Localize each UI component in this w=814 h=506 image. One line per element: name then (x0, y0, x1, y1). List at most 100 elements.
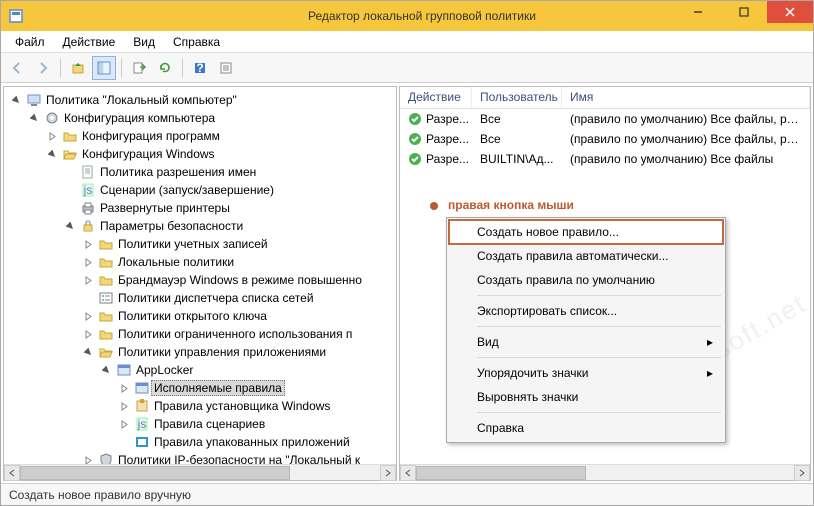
list-body[interactable]: Разре...Все(правило по умолчанию) Все фа… (400, 109, 810, 464)
ctx-export[interactable]: Экспортировать список... (449, 299, 723, 323)
refresh-button[interactable] (153, 56, 177, 80)
tree-pubkey[interactable]: Политики открытого ключа (8, 307, 396, 325)
tree-prog-conf[interactable]: Конфигурация программ (8, 127, 396, 145)
help-button[interactable]: ? (188, 56, 212, 80)
status-bar: Создать новое правило вручную (1, 483, 813, 505)
expand-icon[interactable] (82, 456, 94, 465)
properties-button[interactable] (214, 56, 238, 80)
ctx-default-rules[interactable]: Создать правила по умолчанию (449, 268, 723, 292)
col-action[interactable]: Действие (400, 87, 472, 108)
scroll-left-button[interactable] (4, 465, 20, 481)
menu-view[interactable]: Вид (125, 33, 163, 51)
ctx-auto-rules[interactable]: Создать правила автоматически... (449, 244, 723, 268)
collapse-icon[interactable] (46, 150, 58, 159)
export-button[interactable] (127, 56, 151, 80)
back-button[interactable] (5, 56, 29, 80)
tree-label: Брандмауэр Windows в режиме повышенно (118, 273, 362, 287)
tree-view[interactable]: Политика "Локальный компьютер" Конфигурац… (4, 87, 396, 464)
tree-scripts[interactable]: jsСценарии (запуск/завершение) (8, 181, 396, 199)
ctx-arrange[interactable]: Упорядочить значки▸ (449, 361, 723, 385)
list-row[interactable]: Разре...BUILTIN\Ад...(правило по умолчан… (400, 149, 810, 169)
expand-icon[interactable] (118, 402, 130, 411)
collapse-icon[interactable] (100, 366, 112, 375)
ctx-align[interactable]: Выровнять значки (449, 385, 723, 409)
tree-packaged-rules[interactable]: Правила упакованных приложений (8, 433, 396, 451)
app-icon (1, 9, 31, 23)
menu-action[interactable]: Действие (55, 33, 124, 51)
expand-icon[interactable] (82, 330, 94, 339)
tree-label: Исполняемые правила (151, 380, 285, 396)
tree-acct[interactable]: Политики учетных записей (8, 235, 396, 253)
svg-text:?: ? (196, 61, 203, 75)
tree-name-res[interactable]: Политика разрешения имен (8, 163, 396, 181)
tree-root[interactable]: Политика "Локальный компьютер" (8, 91, 396, 109)
tree-label: Параметры безопасности (100, 219, 243, 233)
tree-printers[interactable]: Развернутые принтеры (8, 199, 396, 217)
list-row[interactable]: Разре...Все(правило по умолчанию) Все фа… (400, 109, 810, 129)
tree-win-conf[interactable]: Конфигурация Windows (8, 145, 396, 163)
tree-sec[interactable]: Параметры безопасности (8, 217, 396, 235)
separator (182, 58, 183, 78)
script-icon: js (134, 416, 150, 432)
tree-hscrollbar[interactable] (4, 464, 396, 480)
tree-appctrl[interactable]: Политики управления приложениями (8, 343, 396, 361)
expand-icon[interactable] (82, 276, 94, 285)
tree-netlist[interactable]: Политики диспетчера списка сетей (8, 289, 396, 307)
tree-srp[interactable]: Политики ограниченного использования п (8, 325, 396, 343)
tree-exe-rules[interactable]: Исполняемые правила (8, 379, 396, 397)
toolbar: ? (1, 53, 813, 83)
tree-applocker[interactable]: AppLocker (8, 361, 396, 379)
expand-icon[interactable] (46, 132, 58, 141)
scroll-right-button[interactable] (380, 465, 396, 481)
allow-icon (408, 132, 422, 146)
tree-script-rules[interactable]: jsПравила сценариев (8, 415, 396, 433)
ctx-new-rule[interactable]: Создать новое правило... (449, 220, 723, 244)
expand-icon[interactable] (82, 312, 94, 321)
cell-name: (правило по умолчанию) Все файлы (566, 152, 810, 166)
maximize-button[interactable] (721, 1, 767, 23)
tree-label: Политика разрешения имен (100, 165, 256, 179)
ctx-separator (477, 295, 721, 296)
tree-label: Политики открытого ключа (118, 309, 267, 323)
netlist-icon (98, 290, 114, 306)
minimize-button[interactable] (675, 1, 721, 23)
collapse-icon[interactable] (64, 222, 76, 231)
scroll-right-button[interactable] (794, 465, 810, 481)
close-button[interactable] (767, 1, 813, 23)
forward-button[interactable] (31, 56, 55, 80)
annotation-dot-icon (430, 202, 438, 210)
tree-label: Политики ограниченного использования п (118, 327, 352, 341)
show-hide-tree-button[interactable] (92, 56, 116, 80)
tree-msi-rules[interactable]: Правила установщика Windows (8, 397, 396, 415)
context-menu: Создать новое правило... Создать правила… (446, 217, 726, 443)
tree-ipsec[interactable]: Политики IP-безопасности на "Локальный к (8, 451, 396, 464)
menu-file[interactable]: Файл (7, 33, 53, 51)
ctx-help[interactable]: Справка (449, 416, 723, 440)
collapse-icon[interactable] (28, 114, 40, 123)
expand-icon[interactable] (82, 240, 94, 249)
submenu-arrow-icon: ▸ (707, 335, 713, 349)
tree-fw[interactable]: Брандмауэр Windows в режиме повышенно (8, 271, 396, 289)
menu-help[interactable]: Справка (165, 33, 228, 51)
tree-label: Политика "Локальный компьютер" (46, 93, 237, 107)
expand-icon[interactable] (82, 258, 94, 267)
shield-icon (98, 452, 114, 464)
expand-icon[interactable] (118, 384, 130, 393)
up-button[interactable] (66, 56, 90, 80)
list-row[interactable]: Разре...Все(правило по умолчанию) Все фа… (400, 129, 810, 149)
tree-comp-conf[interactable]: Конфигурация компьютера (8, 109, 396, 127)
collapse-icon[interactable] (82, 348, 94, 357)
collapse-icon[interactable] (10, 96, 22, 105)
expand-icon[interactable] (118, 420, 130, 429)
computer-icon (26, 92, 42, 108)
folder-icon (98, 236, 114, 252)
tree-local[interactable]: Локальные политики (8, 253, 396, 271)
tree-label: Конфигурация Windows (82, 147, 215, 161)
submenu-arrow-icon: ▸ (707, 366, 713, 380)
col-name[interactable]: Имя (562, 87, 810, 108)
scroll-left-button[interactable] (400, 465, 416, 481)
msi-icon (134, 398, 150, 414)
list-hscrollbar[interactable] (400, 464, 810, 480)
ctx-view[interactable]: Вид▸ (449, 330, 723, 354)
col-user[interactable]: Пользователь (472, 87, 562, 108)
